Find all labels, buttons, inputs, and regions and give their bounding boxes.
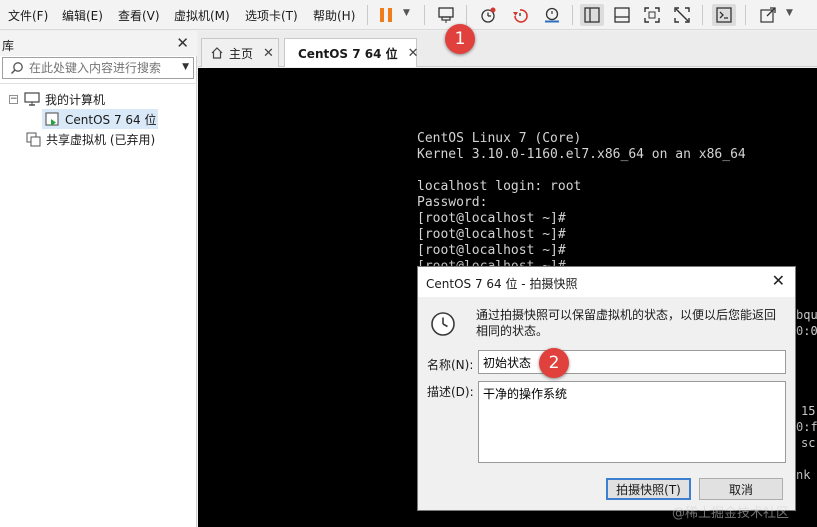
stretch-icon[interactable] — [756, 4, 780, 26]
name-label: 名称(N): — [427, 358, 474, 372]
tree-item-centos[interactable]: CentOS 7 64 位 — [42, 109, 158, 129]
console-line: [root@localhost ~]# — [417, 227, 566, 242]
vm-icon — [45, 111, 59, 126]
console-line: Password: — [417, 195, 488, 210]
menu-help[interactable]: 帮助(H) — [313, 7, 355, 24]
toolbar-separator — [424, 5, 425, 25]
console-line: Kernel 3.10.0-1160.el7.x86_64 on an x86_… — [417, 147, 746, 162]
menu-vm[interactable]: 虚拟机(M) — [174, 7, 230, 24]
show-library-icon[interactable] — [580, 4, 604, 26]
console-fragment: 0:f — [796, 420, 817, 434]
collapse-icon[interactable]: − — [9, 94, 18, 104]
toolbar-separator — [367, 5, 368, 25]
computer-icon — [24, 92, 40, 106]
library-close-icon[interactable]: ✕ — [176, 34, 189, 52]
home-icon — [211, 47, 223, 59]
shared-vm-icon — [26, 132, 41, 146]
dialog-title: CentOS 7 64 位 - 拍摄快照 — [426, 277, 578, 291]
step-marker-1: 1 — [445, 24, 475, 54]
pause-dropdown-icon[interactable]: ▼ — [403, 8, 410, 18]
console-fragment: 15 — [801, 404, 816, 418]
snapshot-description-input[interactable]: 干净的操作系统 — [478, 381, 786, 463]
send-keys-icon[interactable] — [434, 4, 458, 26]
toolbar-separator — [572, 5, 573, 25]
menu-tabs[interactable]: 选项卡(T) — [245, 7, 298, 24]
library-header: 库 ✕ — [0, 31, 197, 56]
console-fragment: sc — [801, 436, 816, 450]
console-line: [root@localhost ~]# — [417, 243, 566, 258]
console-line: CentOS Linux 7 (Core) — [417, 131, 582, 146]
console-line: [root@localhost ~]# — [417, 211, 566, 226]
take-snapshot-dialog: CentOS 7 64 位 - 拍摄快照 ✕ 通过拍摄快照可以保留虚拟机的状态，… — [417, 266, 796, 511]
unity-icon[interactable] — [670, 4, 694, 26]
library-title: 库 — [2, 39, 15, 53]
console-fragment: 0:0 — [796, 324, 817, 338]
tab-strip: 主页 ✕ CentOS 7 64 位 ✕ — [198, 31, 817, 67]
description-label: 描述(D): — [427, 385, 474, 399]
tree-label-shared: 共享虚拟机 (已弃用) — [46, 132, 156, 147]
fullscreen-icon[interactable] — [640, 4, 664, 26]
snapshot-name-input[interactable] — [478, 350, 786, 374]
console-fragment: nk — [796, 468, 811, 482]
tab-close-icon[interactable]: ✕ — [263, 46, 274, 61]
search-dropdown-icon[interactable]: ▼ — [182, 62, 189, 72]
library-search-input[interactable] — [29, 60, 177, 76]
tab-close-icon[interactable]: ✕ — [408, 46, 419, 61]
console-icon[interactable] — [712, 4, 736, 26]
dialog-titlebar: CentOS 7 64 位 - 拍摄快照 ✕ — [418, 267, 795, 297]
tab-centos-label: CentOS 7 64 位 — [298, 46, 398, 61]
menu-edit[interactable]: 编辑(E) — [62, 7, 103, 24]
tab-centos[interactable]: CentOS 7 64 位 ✕ — [284, 38, 419, 67]
clock-icon — [430, 311, 456, 340]
pause-icon[interactable] — [374, 4, 398, 26]
take-snapshot-button[interactable]: 拍摄快照(T) — [606, 478, 691, 500]
search-icon — [10, 61, 24, 78]
tree-item-shared-vms[interactable]: 共享虚拟机 (已弃用) — [26, 129, 155, 149]
dialog-description: 通过拍摄快照可以保留虚拟机的状态，以便以后您能返回相同的状态。 — [476, 308, 777, 338]
menu-file[interactable]: 文件(F) — [8, 7, 48, 24]
console-line: localhost login: root — [417, 179, 582, 194]
dialog-close-icon[interactable]: ✕ — [772, 271, 785, 290]
menu-toolbar-bar: 文件(F) 编辑(E) 查看(V) 虚拟机(M) 选项卡(T) 帮助(H) ▼ … — [0, 0, 817, 30]
toolbar-separator — [745, 5, 746, 25]
tab-home[interactable]: 主页 ✕ — [201, 38, 279, 67]
watermark: @稀土掘金技术社区 — [672, 506, 790, 521]
step-marker-2: 2 — [539, 348, 569, 378]
toolbar-separator — [702, 5, 703, 25]
tree-label-centos: CentOS 7 64 位 — [65, 112, 157, 127]
library-panel: 库 ✕ ▼ − 我的计算机 CentOS 7 64 位 共享虚拟机 (已弃用) — [0, 31, 197, 527]
tree-label-my-computer: 我的计算机 — [45, 92, 106, 107]
library-search-box[interactable]: ▼ — [2, 57, 194, 79]
snapshot-icon[interactable] — [476, 4, 500, 26]
menu-view[interactable]: 查看(V) — [118, 7, 160, 24]
console-fragment: bqu — [796, 308, 817, 322]
cancel-button[interactable]: 取消 — [699, 478, 783, 500]
tab-home-label: 主页 — [229, 46, 254, 61]
divider — [0, 83, 197, 84]
snapshot-manager-icon[interactable] — [540, 4, 564, 26]
thumbnail-bar-icon[interactable] — [610, 4, 634, 26]
revert-snapshot-icon[interactable] — [508, 4, 532, 26]
toolbar-separator — [466, 5, 467, 25]
tree-item-my-computer[interactable]: − 我的计算机 — [9, 89, 105, 109]
stretch-dropdown-icon[interactable]: ▼ — [786, 8, 793, 18]
